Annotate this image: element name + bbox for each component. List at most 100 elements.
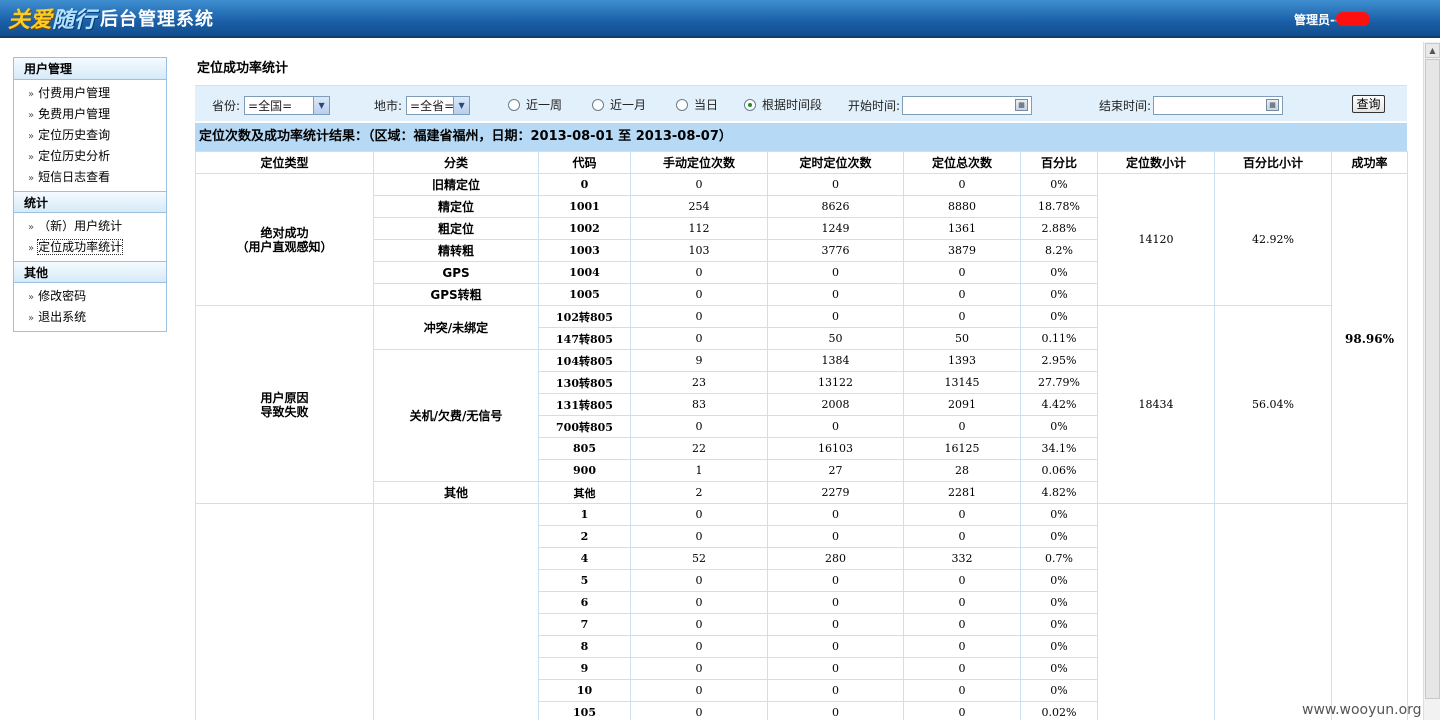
timed-count-cell: 0 <box>767 415 904 438</box>
percent-cell: 34.1% <box>1020 437 1098 460</box>
timed-count-cell: 3776 <box>767 239 904 262</box>
pct-subtotal-cell <box>1214 503 1332 720</box>
category-cell: 关机/欠费/无信号 <box>373 349 539 482</box>
total-count-cell: 0 <box>903 261 1021 284</box>
calendar-icon[interactable]: ▦ <box>1015 99 1029 111</box>
sidebar-item[interactable]: » 定位成功率统计 <box>14 237 166 258</box>
pct-subtotal-cell: 56.04% <box>1214 305 1332 504</box>
province-filter: 省份: =全国= ▼ <box>212 96 331 115</box>
query-button[interactable]: 查询 <box>1352 95 1385 113</box>
timed-count-cell: 0 <box>767 283 904 306</box>
total-count-cell: 1393 <box>903 349 1021 372</box>
manual-count-cell: 0 <box>630 503 768 526</box>
column-header: 定位类型 <box>195 151 374 174</box>
sidebar-item[interactable]: » 短信日志查看 <box>14 167 166 188</box>
end-time-input[interactable]: ▦ <box>1153 96 1284 115</box>
percent-cell: 2.95% <box>1020 349 1098 372</box>
city-value: =全省= <box>410 99 455 113</box>
city-select[interactable]: =全省= ▼ <box>406 96 471 115</box>
total-count-cell: 16125 <box>903 437 1021 460</box>
percent-cell: 0% <box>1020 173 1098 196</box>
sidebar-item-label: 退出系统 <box>38 310 87 324</box>
manual-count-cell: 52 <box>630 547 768 570</box>
code-cell: 1004 <box>538 261 631 284</box>
sidebar-item[interactable]: » 付费用户管理 <box>14 83 166 104</box>
total-count-cell: 0 <box>903 657 1021 680</box>
percent-cell: 0% <box>1020 679 1098 702</box>
radio-period[interactable]: 根据时间段 <box>744 96 822 113</box>
type-cell: 绝对成功 （用户直观感知） <box>195 173 374 306</box>
sidebar-item[interactable]: » 退出系统 <box>14 307 166 328</box>
radio-label: 当日 <box>694 98 719 112</box>
category-cell: GPS转粗 <box>373 283 539 306</box>
code-cell: 102转805 <box>538 305 631 328</box>
province-select[interactable]: =全国= ▼ <box>244 96 331 115</box>
sidebar-item[interactable]: » 定位历史查询 <box>14 125 166 146</box>
page-title: 定位成功率统计 <box>197 61 289 76</box>
column-header: 百分比 <box>1020 151 1098 174</box>
column-header: 分类 <box>373 151 539 174</box>
category-cell: 冲突/未绑定 <box>373 305 539 350</box>
subtotal-cell: 18434 <box>1097 305 1215 504</box>
table-row: 1 0 0 0 0% <box>195 503 1408 720</box>
code-cell: 1003 <box>538 239 631 262</box>
code-cell: 900 <box>538 459 631 482</box>
radio-label: 根据时间段 <box>762 98 823 112</box>
timed-count-cell: 0 <box>767 701 904 720</box>
filter-bar: 省份: =全国= ▼ 地市: =全省= ▼ 近一周 近一月 当日 根据时间段 开… <box>195 85 1407 121</box>
sidebar-item[interactable]: » 修改密码 <box>14 286 166 307</box>
radio-week[interactable]: 近一周 <box>508 96 562 113</box>
column-header: 成功率 <box>1331 151 1408 174</box>
radio-icon <box>592 98 604 111</box>
code-cell: 1001 <box>538 195 631 218</box>
column-header: 定位数小计 <box>1097 151 1215 174</box>
sidebar-item-label: 修改密码 <box>38 289 87 303</box>
result-title: 定位次数及成功率统计结果：（区域：福建省福州，日期：2013-08-01 至 2… <box>195 123 1407 151</box>
sidebar-item[interactable]: » （新）用户统计 <box>14 216 166 237</box>
percent-cell: 4.82% <box>1020 481 1098 504</box>
sidebar-item[interactable]: » 定位历史分析 <box>14 146 166 167</box>
manual-count-cell: 0 <box>630 261 768 284</box>
scroll-up-icon[interactable]: ▲ <box>1425 43 1440 58</box>
top-banner: 关爱 随行 后台管理系统 管理员-- <box>0 0 1440 38</box>
sidebar-item-label: 付费用户管理 <box>38 86 111 100</box>
timed-count-cell: 50 <box>767 327 904 350</box>
radio-month[interactable]: 近一月 <box>592 96 646 113</box>
scrollbar-thumb[interactable] <box>1425 59 1440 699</box>
code-cell: 0 <box>538 173 631 196</box>
manual-count-cell: 0 <box>630 415 768 438</box>
chevron-down-icon: ▼ <box>313 97 330 114</box>
vertical-scrollbar[interactable]: ▲ <box>1423 42 1440 720</box>
chevron-right-icon: » <box>28 243 35 254</box>
timed-count-cell: 13122 <box>767 371 904 394</box>
chevron-right-icon: » <box>28 89 35 100</box>
sidebar-item[interactable]: » 免费用户管理 <box>14 104 166 125</box>
radio-today[interactable]: 当日 <box>676 96 718 113</box>
subtotal-cell: 14120 <box>1097 173 1215 306</box>
calendar-icon[interactable]: ▦ <box>1266 99 1280 111</box>
radio-icon <box>508 98 520 111</box>
code-cell: 130转805 <box>538 371 631 394</box>
chevron-right-icon: » <box>28 152 35 163</box>
table-row: 用户原因 导致失败 冲突/未绑定 102转805 0 0 0 0% 18434 56.04% <box>195 305 1408 504</box>
total-count-cell: 0 <box>903 415 1021 438</box>
province-label: 省份: <box>212 99 241 113</box>
manual-count-cell: 0 <box>630 305 768 328</box>
sidebar-item-label: 定位历史分析 <box>38 149 111 163</box>
subtotal-cell <box>1097 503 1215 720</box>
column-header: 定时定位次数 <box>767 151 904 174</box>
category-cell: GPS <box>373 261 539 284</box>
pct-subtotal-cell: 42.92% <box>1214 173 1332 306</box>
redaction-mark <box>1336 12 1370 26</box>
chevron-right-icon: » <box>28 131 35 142</box>
sidebar: 用户管理» 付费用户管理» 免费用户管理» 定位历史查询» 定位历史分析» 短信日志查看统… <box>13 57 167 332</box>
city-filter: 地市: =全省= ▼ <box>374 96 471 115</box>
timed-count-cell: 2279 <box>767 481 904 504</box>
percent-cell: 27.79% <box>1020 371 1098 394</box>
code-cell: 1005 <box>538 283 631 306</box>
chevron-right-icon: » <box>28 173 35 184</box>
radio-icon <box>676 98 688 111</box>
start-time-input[interactable]: ▦ <box>902 96 1033 115</box>
code-cell: 805 <box>538 437 631 460</box>
type-cell <box>195 503 374 720</box>
